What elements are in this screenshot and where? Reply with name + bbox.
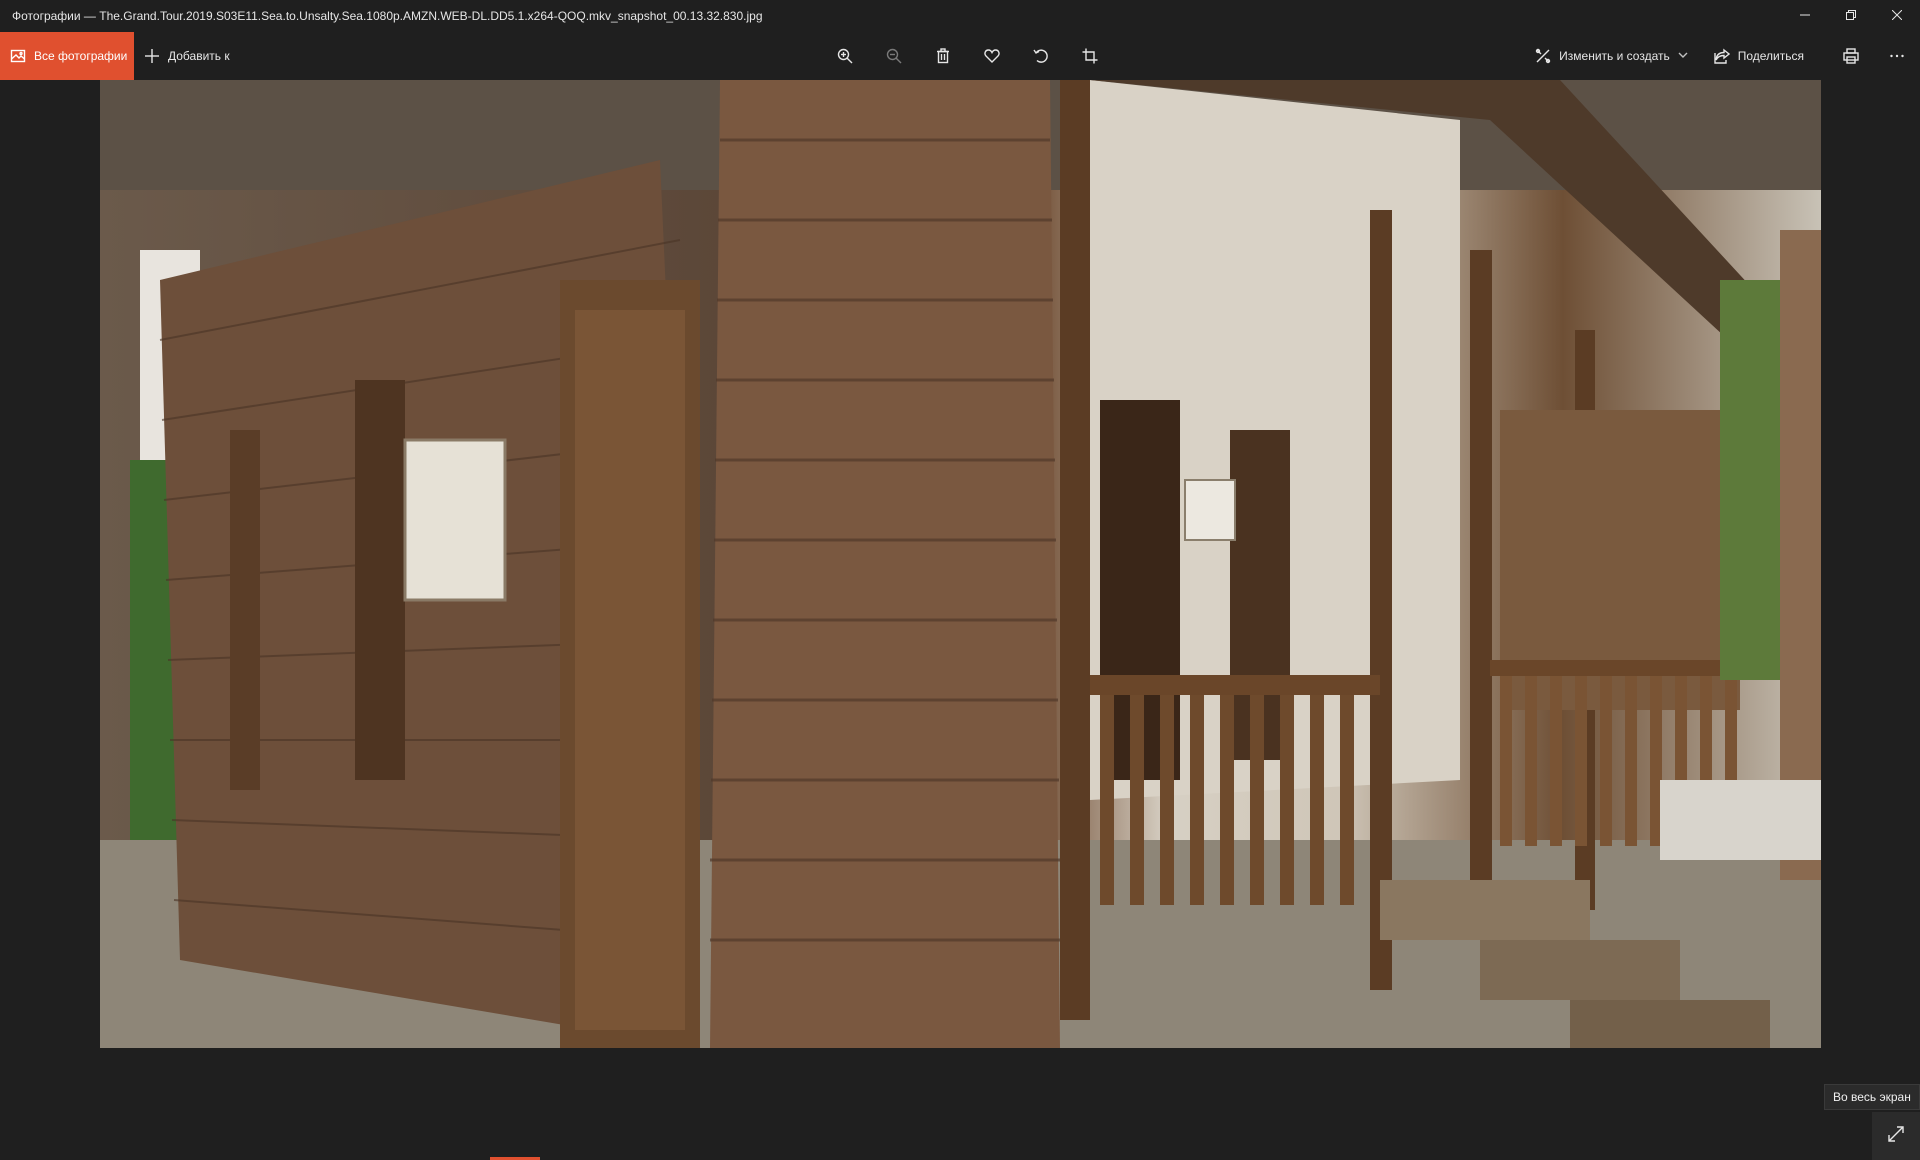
share-button[interactable]: Поделиться xyxy=(1704,32,1814,80)
minimize-button[interactable] xyxy=(1782,0,1828,32)
fullscreen-button[interactable] xyxy=(1872,1112,1920,1160)
share-label: Поделиться xyxy=(1737,49,1804,63)
more-button[interactable] xyxy=(1874,32,1920,80)
zoom-out-button[interactable] xyxy=(869,32,918,80)
zoom-in-icon xyxy=(837,48,853,64)
rotate-icon xyxy=(1032,48,1049,64)
print-button[interactable] xyxy=(1828,32,1874,80)
crop-icon xyxy=(1082,48,1098,64)
zoom-out-icon xyxy=(886,48,902,64)
window-controls xyxy=(1782,0,1920,32)
add-to-button[interactable]: Добавить к xyxy=(134,32,240,80)
photo-illustration xyxy=(100,80,1821,1048)
edit-create-label: Изменить и создать xyxy=(1559,49,1670,63)
trash-icon xyxy=(935,48,951,64)
delete-button[interactable] xyxy=(918,32,967,80)
title-bar: Фотографии — The.Grand.Tour.2019.S03E11.… xyxy=(0,0,1920,32)
more-icon xyxy=(1889,48,1905,64)
close-icon xyxy=(1891,7,1903,25)
printer-icon xyxy=(1843,48,1859,64)
expand-icon xyxy=(1887,1125,1905,1148)
restore-button[interactable] xyxy=(1828,0,1874,32)
crop-button[interactable] xyxy=(1065,32,1114,80)
close-button[interactable] xyxy=(1874,0,1920,32)
toolbar: Все фотографии Добавить к Изменить и соз… xyxy=(0,32,1920,80)
image-tools xyxy=(820,32,1114,80)
add-to-label: Добавить к xyxy=(168,49,230,63)
photo-image[interactable] xyxy=(100,80,1821,1048)
all-photos-button[interactable]: Все фотографии xyxy=(0,32,134,80)
fullscreen-tooltip: Во весь экран xyxy=(1824,1084,1920,1110)
chevron-down-icon xyxy=(1670,47,1688,65)
photo-viewer: Во весь экран xyxy=(0,80,1920,1160)
window-title: Фотографии — The.Grand.Tour.2019.S03E11.… xyxy=(12,9,763,23)
edit-create-icon xyxy=(1535,48,1551,64)
all-photos-label: Все фотографии xyxy=(34,49,128,63)
photos-app-icon xyxy=(10,48,26,64)
edit-create-button[interactable]: Изменить и создать xyxy=(1525,32,1698,80)
restore-icon xyxy=(1846,7,1856,25)
zoom-in-button[interactable] xyxy=(820,32,869,80)
favorite-button[interactable] xyxy=(967,32,1016,80)
minimize-icon xyxy=(1800,7,1810,25)
plus-icon xyxy=(144,48,160,64)
rotate-button[interactable] xyxy=(1016,32,1065,80)
right-tools: Изменить и создать Поделиться xyxy=(1525,32,1920,80)
share-icon xyxy=(1714,48,1730,64)
heart-icon xyxy=(983,48,1000,64)
